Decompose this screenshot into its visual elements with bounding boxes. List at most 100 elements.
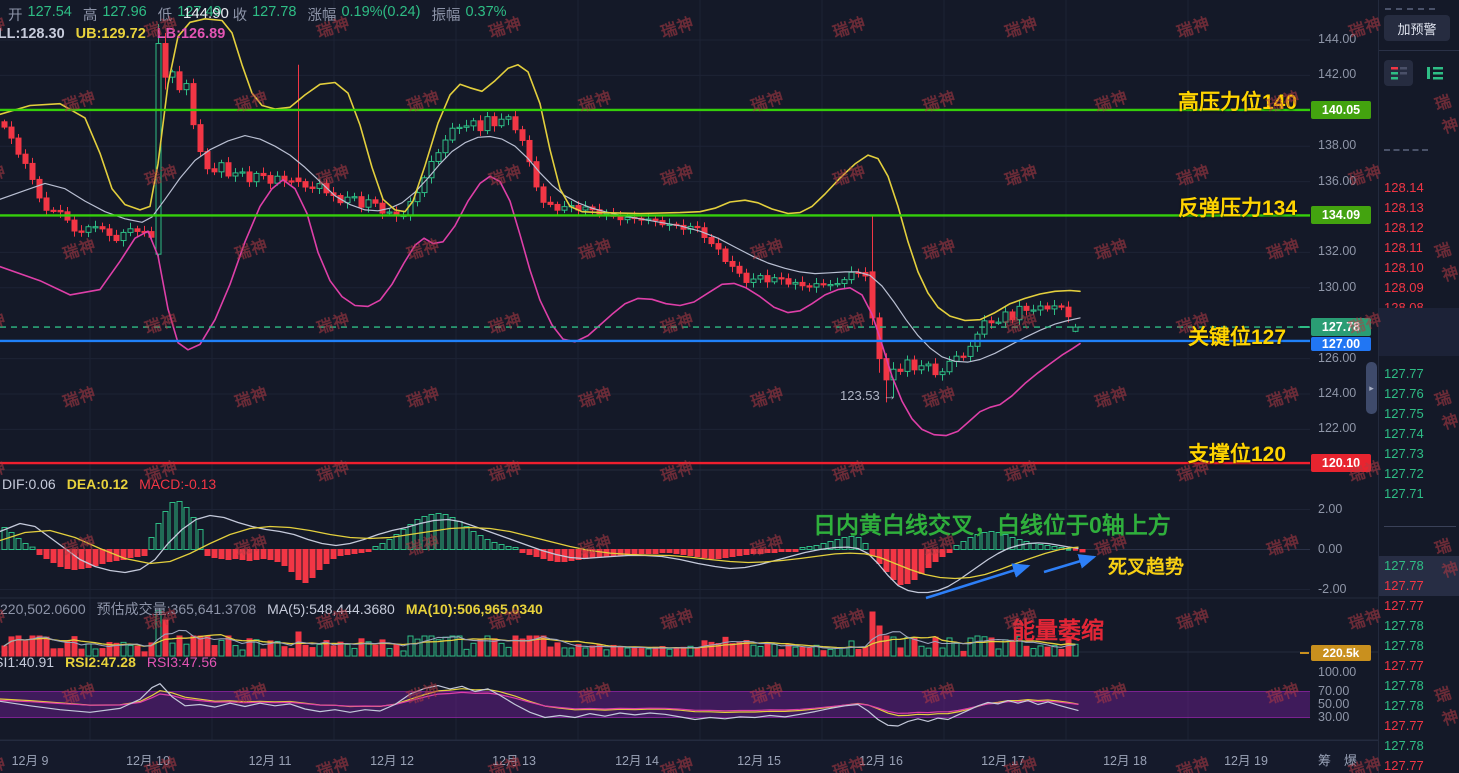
trade-row-7[interactable]: 127.78 xyxy=(1384,698,1424,713)
bid-row-6[interactable]: 127.71 xyxy=(1384,486,1424,501)
trade-row-9[interactable]: 127.78 xyxy=(1384,738,1424,753)
rsi3-value: RSI3:47.56 xyxy=(146,654,217,670)
ask-row-1[interactable]: 128.13 xyxy=(1384,200,1424,215)
rsi-tick-50.00: 50.00 xyxy=(1318,697,1350,711)
ask-row-4[interactable]: 128.10 xyxy=(1384,260,1424,275)
trade-row-4[interactable]: 127.78 xyxy=(1384,638,1424,653)
rsi-tick-30.00: 30.00 xyxy=(1318,710,1350,724)
trade-row-0[interactable]: 127.78 xyxy=(1384,558,1424,573)
boll-row: BOLL:128.30 UB:129.72 LB:126.89 xyxy=(0,26,225,42)
date-label-7: 12月 16 xyxy=(859,754,903,768)
date-label-2: 12月 11 xyxy=(248,754,292,768)
time-axis[interactable]: 筹 爆 12月 9 12月 10 12月 11 12月 12 12月 13 12月 14 1… xyxy=(0,740,1378,773)
ask-row-3[interactable]: 128.11 xyxy=(1384,240,1423,255)
trading-app: 开 127.54 高 127.96 低 127.49 收 127.78 涨幅 0.19%(0.24… xyxy=(0,0,1459,773)
est-volume-value: 预估成交量:365,641.3708 xyxy=(96,601,257,617)
ask-row-2[interactable]: 128.12 xyxy=(1384,220,1424,235)
peak-price-label: 144.90 xyxy=(183,5,229,22)
price-badge-127.00: 127.00 xyxy=(1311,337,1371,351)
sidebar-top-dashes xyxy=(1385,8,1435,10)
trade-row-1[interactable]: 127.77 xyxy=(1384,578,1424,593)
date-label-4: 12月 13 xyxy=(492,754,536,768)
sidebar-divider xyxy=(1379,50,1459,51)
level-label-support-120: 支撑位120 xyxy=(1188,443,1287,466)
bid-row-5[interactable]: 127.72 xyxy=(1384,466,1424,481)
current-price-row[interactable] xyxy=(1379,308,1459,356)
price-tick-142: 142.00 xyxy=(1318,67,1357,82)
price-tick-122: 122.00 xyxy=(1318,421,1357,436)
date-label-0: 12月 9 xyxy=(11,754,49,768)
dea-value: DEA:0.12 xyxy=(66,476,129,492)
date-label-10: 12月 19 xyxy=(1224,754,1268,768)
volume-values-row: 220,502.0600 预估成交量:365,641.3708 MA(5):54… xyxy=(0,599,543,619)
trade-row-8[interactable]: 127.77 xyxy=(1384,718,1424,733)
rsi1-value: RSI1:40.91 xyxy=(0,654,55,670)
energy-shrink-note: 能量萎缩 xyxy=(1012,617,1104,643)
volume-badge: 220.5k xyxy=(1311,645,1371,661)
macd-tick-2.00: 2.00 xyxy=(1318,502,1343,516)
macd-values-row: DIF:0.06 DEA:0.12 MACD:-0.13 xyxy=(2,476,216,492)
trade-row-6[interactable]: 127.78 xyxy=(1384,678,1424,693)
trade-row-5[interactable]: 127.77 xyxy=(1384,658,1424,673)
date-label-1: 12月 10 xyxy=(126,754,170,768)
ohlc-token-4: 涨幅 0.19%(0.24) xyxy=(307,4,421,24)
orderbook-asks-icon[interactable] xyxy=(1453,60,1459,86)
date-label-9: 12月 18 xyxy=(1103,754,1147,768)
volume-ma5-value: MA(5):548,444.3680 xyxy=(267,601,395,617)
bid-row-1[interactable]: 127.76 xyxy=(1384,386,1424,401)
panel-collapse-handle[interactable]: ▸ xyxy=(1366,362,1377,414)
ohlc-token-1: 高 127.96 xyxy=(82,4,147,24)
current-price-tick xyxy=(1300,326,1309,328)
liquidation-button[interactable]: 爆 xyxy=(1344,750,1357,769)
macd-tick-0.00: 0.00 xyxy=(1318,541,1343,556)
bid-row-4[interactable]: 127.73 xyxy=(1384,446,1424,461)
bid-row-2[interactable]: 127.75 xyxy=(1384,406,1424,421)
ask-row-0[interactable]: 128.14 xyxy=(1384,180,1424,195)
death-cross-note: 死叉趋势 xyxy=(1108,557,1185,578)
volume-value: 220,502.0600 xyxy=(0,601,86,617)
price-badge-134.09: 134.09 xyxy=(1311,206,1371,225)
ohlc-token-0: 开 127.54 xyxy=(8,4,72,24)
orderbook-list-icon[interactable] xyxy=(1420,60,1449,86)
chevron-right-icon: ▸ xyxy=(1369,382,1374,393)
date-label-8: 12月 17 xyxy=(981,754,1025,768)
orderbook-split-icon[interactable] xyxy=(1384,60,1413,86)
level-label-resistance-140: 高压力位140 xyxy=(1178,91,1298,114)
date-label-6: 12月 15 xyxy=(737,754,781,768)
trade-row-2[interactable]: 127.77 xyxy=(1384,598,1424,613)
rsi-tick-100.00: 100.00 xyxy=(1318,665,1357,679)
price-tick-138: 138.00 xyxy=(1318,138,1357,153)
orderbook-panel: 加预警 查看主力挂单 委比: +0.05% 价格(USDT) 128.14128… xyxy=(1378,0,1459,773)
price-tick-126: 126.00 xyxy=(1318,350,1357,365)
price-tick-130: 130.00 xyxy=(1318,279,1357,294)
bid-row-3[interactable]: 127.74 xyxy=(1384,426,1424,441)
ask-row-5[interactable]: 128.09 xyxy=(1384,280,1424,295)
price-badge-140.05: 140.05 xyxy=(1311,100,1371,119)
rsi-values-row: RSI1:40.91 RSI2:47.28 RSI3:47.56 xyxy=(0,654,217,670)
trade-row-10[interactable]: 127.77 xyxy=(1384,758,1424,773)
ohlc-token-3: 收 127.78 xyxy=(232,4,297,24)
macd-cross-note: 日内黄白线交叉，白线位于0轴上方 xyxy=(813,512,1171,538)
rsi-tick-70.00: 70.00 xyxy=(1318,684,1350,698)
date-label-5: 12月 14 xyxy=(615,754,659,768)
trades-divider xyxy=(1384,526,1456,527)
ratio-dashes xyxy=(1384,149,1428,151)
trade-row-3[interactable]: 127.78 xyxy=(1384,618,1424,633)
level-label-key-127: 关键位127 xyxy=(1188,326,1287,349)
price-tick-124: 124.00 xyxy=(1318,386,1357,400)
add-alert-button[interactable]: 加预警 xyxy=(1384,15,1450,41)
boll-upper-value: UB:129.72 xyxy=(75,26,146,42)
price-tick-144: 144.00 xyxy=(1318,32,1357,46)
dif-value: DIF:0.06 xyxy=(2,476,56,492)
price-badge-127.78: 127.78 xyxy=(1311,318,1371,336)
price-badge-120.10: 120.10 xyxy=(1311,454,1371,473)
bid-row-0[interactable]: 127.77 xyxy=(1384,366,1424,381)
low-price-label: 123.53 → xyxy=(840,388,897,403)
boll-lower-value: LB:126.89 xyxy=(156,26,226,42)
macd-value: MACD:-0.13 xyxy=(139,476,217,492)
ohlc-summary: 开 127.54 高 127.96 低 127.49 收 127.78 涨幅 0.19%(0.24… xyxy=(8,4,507,25)
rsi2-value: RSI2:47.28 xyxy=(65,654,136,670)
boll-mid-value: BOLL:128.30 xyxy=(0,26,65,42)
date-label-3: 12月 12 xyxy=(370,754,414,768)
chip-distribution-button[interactable]: 筹 xyxy=(1318,750,1331,769)
